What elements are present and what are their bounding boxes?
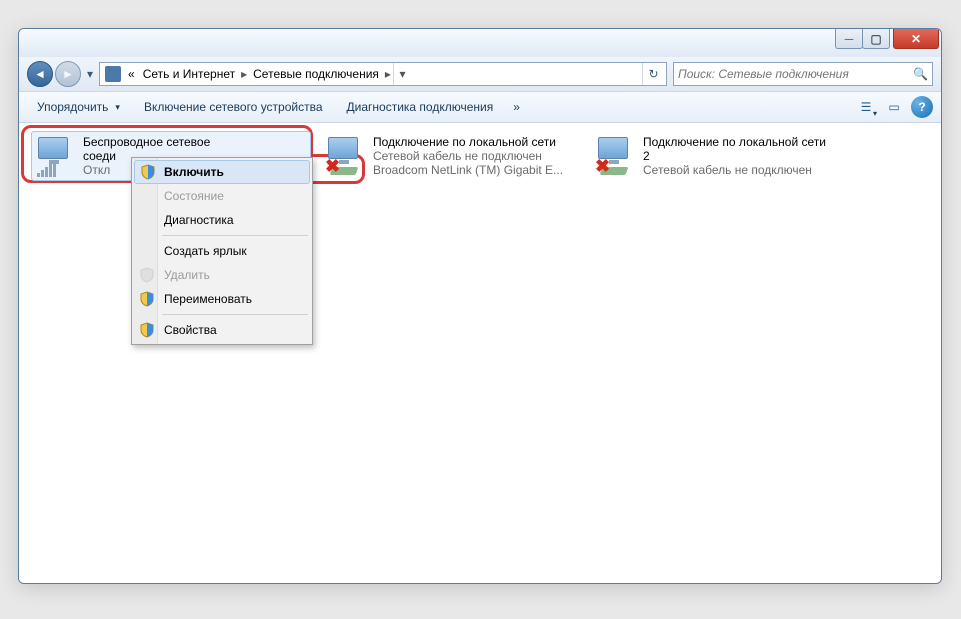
ethernet-icon: ✖ [595, 135, 637, 177]
address-bar[interactable]: « Сеть и Интернет ▸ Сетевые подключения … [99, 62, 667, 86]
chevron-right-icon[interactable]: ▸ [239, 67, 249, 81]
search-box[interactable]: 🔍 [673, 62, 933, 86]
maximize-button[interactable]: ▢ [862, 29, 890, 49]
disconnected-x-icon: ✖ [325, 156, 340, 177]
window-controls: ─ ▢ ✕ [836, 29, 939, 49]
location-icon [105, 66, 121, 82]
explorer-window: ─ ▢ ✕ ◄ ► ▾ « Сеть и Интернет ▸ Сетевые … [18, 28, 942, 584]
toolbar-right: ☰▾ ▭ ? [855, 96, 933, 118]
chevron-right-icon[interactable]: ▸ [383, 67, 393, 81]
breadcrumb-segment[interactable]: Сеть и Интернет [139, 67, 239, 81]
breadcrumb-segment[interactable]: Сетевые подключения [249, 67, 383, 81]
navigation-row: ◄ ► ▾ « Сеть и Интернет ▸ Сетевые подклю… [19, 57, 941, 91]
item-title: Подключение по локальной сети [373, 135, 563, 149]
item-line2: 2 [643, 149, 826, 163]
context-menu: Включить Состояние Диагностика Создать я… [131, 157, 313, 345]
item-line3: Broadcom NetLink (TM) Gigabit E... [373, 163, 563, 177]
context-separator [162, 235, 308, 236]
close-button[interactable]: ✕ [893, 29, 939, 49]
context-delete: Удалить [134, 263, 310, 287]
breadcrumb-prefix[interactable]: « [124, 67, 139, 81]
connection-item-lan2[interactable]: ✖ Подключение по локальной сети 2 Сетево… [591, 131, 871, 181]
titlebar[interactable]: ─ ▢ ✕ [19, 29, 941, 57]
address-dropdown[interactable]: ▾ [393, 63, 411, 85]
back-button[interactable]: ◄ [27, 61, 53, 87]
item-text: Подключение по локальной сети Сетевой ка… [373, 135, 563, 177]
item-title: Беспроводное сетевое [83, 135, 210, 149]
shield-icon [139, 267, 155, 283]
item-text: Подключение по локальной сети 2 Сетевой … [643, 135, 826, 177]
shield-icon [139, 291, 155, 307]
search-icon: 🔍 [913, 67, 928, 81]
item-line2: Сетевой кабель не подключен [373, 149, 563, 163]
refresh-button[interactable]: ↻ [642, 63, 664, 85]
context-properties[interactable]: Свойства [134, 318, 310, 342]
item-title: Подключение по локальной сети [643, 135, 826, 149]
view-options-button[interactable]: ☰▾ [855, 96, 877, 118]
preview-pane-button[interactable]: ▭ [883, 96, 905, 118]
ethernet-icon: ✖ [325, 135, 367, 177]
context-create-shortcut[interactable]: Создать ярлык [134, 239, 310, 263]
organize-button[interactable]: Упорядочить [27, 96, 130, 118]
search-input[interactable] [678, 67, 913, 81]
wireless-icon [35, 135, 77, 177]
context-diagnostics[interactable]: Диагностика [134, 208, 310, 232]
minimize-button[interactable]: ─ [835, 29, 863, 49]
context-rename[interactable]: Переименовать [134, 287, 310, 311]
enable-device-button[interactable]: Включение сетевого устройства [134, 96, 333, 118]
history-dropdown[interactable]: ▾ [83, 64, 97, 84]
context-enable[interactable]: Включить [134, 160, 310, 184]
connection-item-lan1[interactable]: ✖ Подключение по локальной сети Сетевой … [321, 131, 601, 181]
help-button[interactable]: ? [911, 96, 933, 118]
context-separator [162, 314, 308, 315]
disconnected-x-icon: ✖ [595, 156, 610, 177]
shield-icon [140, 164, 156, 180]
toolbar-chevron[interactable]: » [507, 96, 526, 118]
diagnose-button[interactable]: Диагностика подключения [337, 96, 504, 118]
context-enable-label: Включить [164, 165, 224, 179]
forward-button[interactable]: ► [55, 61, 81, 87]
toolbar: Упорядочить Включение сетевого устройств… [19, 91, 941, 123]
content-area[interactable]: Беспроводное сетевое соеди Откл ✖ Подклю… [19, 123, 941, 583]
item-line3: Сетевой кабель не подключен [643, 163, 826, 177]
context-status: Состояние [134, 184, 310, 208]
shield-icon [139, 322, 155, 338]
